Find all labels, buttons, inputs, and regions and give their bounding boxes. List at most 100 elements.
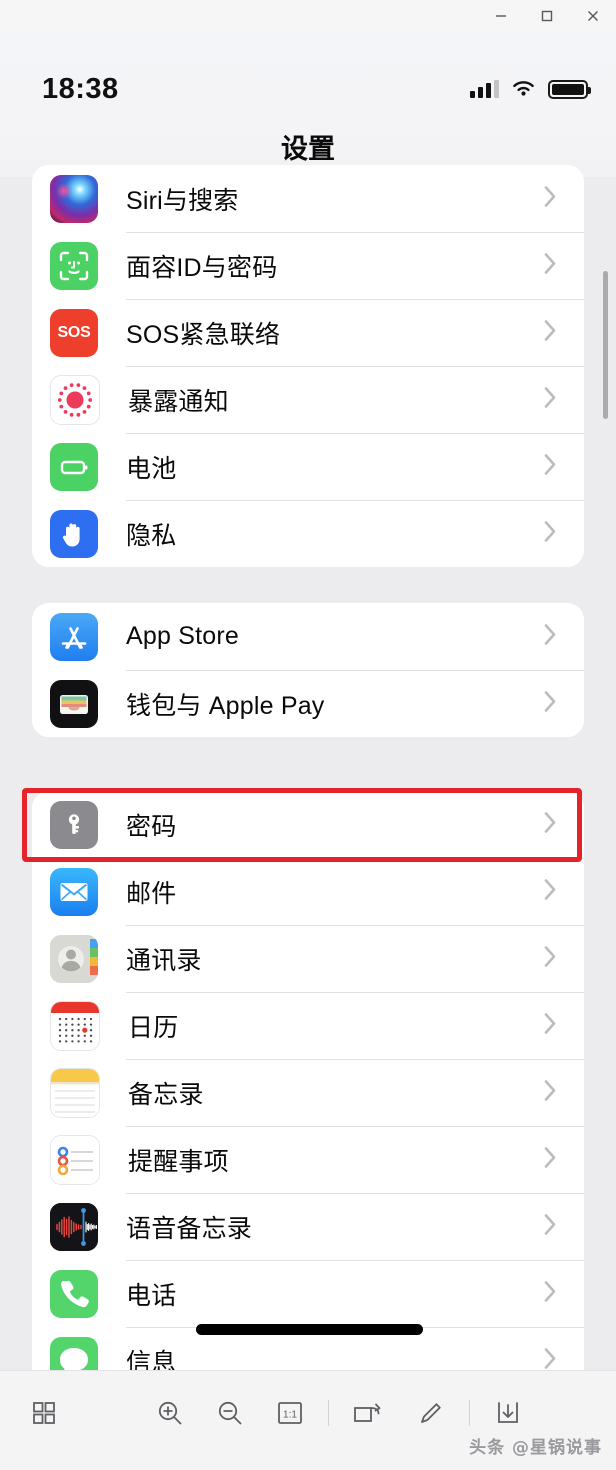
toolbar-button-row: 1:1 [0, 1389, 616, 1437]
row-divider [126, 1193, 584, 1194]
row-divider [126, 366, 584, 367]
toolbar-divider-2 [469, 1400, 470, 1426]
phone-icon [50, 1269, 98, 1318]
settings-row[interactable]: 邮件 [32, 858, 584, 925]
row-divider [126, 992, 584, 993]
face-id-icon [50, 241, 98, 290]
chevron-right-icon [542, 383, 558, 416]
settings-row-label: 备忘录 [128, 1080, 204, 1109]
notes-icon [50, 1067, 100, 1118]
settings-row-label: Siri与搜索 [126, 186, 239, 215]
zoom-in-icon[interactable] [146, 1391, 194, 1435]
row-divider [126, 670, 584, 671]
settings-row-label: App Store [126, 622, 239, 650]
siri-icon [50, 174, 98, 223]
chevron-right-icon [542, 316, 558, 349]
settings-group-apps: 密码邮件通讯录日历备忘录提醒事项语音备忘录电话信息 [32, 791, 584, 1371]
settings-row[interactable]: 备忘录 [32, 1059, 584, 1126]
toolbar-divider-1 [328, 1400, 329, 1426]
status-clock: 18:38 [42, 73, 119, 105]
settings-row[interactable]: 日历 [32, 992, 584, 1059]
settings-row-label: 邮件 [126, 879, 177, 908]
messages-icon [50, 1336, 98, 1371]
chevron-right-icon [542, 1143, 558, 1176]
chevron-right-icon [542, 249, 558, 282]
vertical-scrollbar[interactable] [603, 271, 608, 419]
settings-row[interactable]: 隐私 [32, 500, 584, 567]
viewer-toolbar: 1:1 头条 @星锅说事 [0, 1370, 616, 1470]
page-title: 设置 [281, 134, 335, 164]
wallet-icon [50, 679, 98, 728]
settings-row-label: 信息 [126, 1348, 177, 1372]
settings-row[interactable]: SOS SOS紧急联络 [32, 299, 584, 366]
chevron-right-icon [542, 1076, 558, 1109]
settings-row[interactable]: App Store [32, 603, 584, 670]
chevron-right-icon [542, 1009, 558, 1042]
chevron-right-icon [542, 182, 558, 215]
chevron-right-icon [542, 687, 558, 720]
battery-settings-icon [50, 442, 98, 491]
sos-icon: SOS [50, 308, 98, 357]
reminders-icon [50, 1134, 100, 1185]
battery-icon [548, 79, 591, 99]
row-divider [126, 500, 584, 501]
row-divider [126, 1260, 584, 1261]
chevron-right-icon [542, 1277, 558, 1310]
mail-icon [50, 867, 98, 916]
exposure-notification-icon [50, 374, 100, 425]
chevron-right-icon [542, 942, 558, 975]
row-divider [126, 1059, 584, 1060]
chevron-right-icon [542, 620, 558, 653]
chevron-right-icon [542, 517, 558, 550]
settings-row[interactable]: 电话 [32, 1260, 584, 1327]
screenshot-viewer-window: 18:38 设置 Siri与搜索面容ID与密码 SOS SOS紧急联络 暴露通知电池隐… [0, 0, 616, 1470]
settings-row-label: 语音备忘录 [126, 1214, 253, 1243]
passwords-key-icon [50, 800, 98, 849]
row-divider [126, 858, 584, 859]
save-download-icon[interactable] [484, 1391, 532, 1435]
calendar-icon [50, 1000, 100, 1051]
watermark-text: 头条 @星锅说事 [469, 1438, 602, 1458]
rotate-icon[interactable] [343, 1391, 391, 1435]
voice-memos-icon [50, 1202, 98, 1251]
settings-row[interactable]: 暴露通知 [32, 366, 584, 433]
cellular-signal-icon [470, 80, 499, 98]
minimize-button[interactable] [478, 1, 524, 31]
settings-row-label: 密码 [126, 812, 177, 841]
settings-row[interactable]: 通讯录 [32, 925, 584, 992]
status-icon-group [470, 79, 591, 99]
privacy-hand-icon [50, 509, 98, 558]
close-button[interactable] [570, 1, 616, 31]
settings-row-label: 电话 [126, 1281, 177, 1310]
settings-group-store: App Store 钱包与 Apple Pay [32, 603, 584, 737]
zoom-out-icon[interactable] [206, 1391, 254, 1435]
chevron-right-icon [542, 1210, 558, 1243]
ios-status-bar: 18:38 [0, 53, 616, 105]
settings-row-label: SOS紧急联络 [126, 320, 281, 349]
chevron-right-icon [542, 875, 558, 908]
thumbnails-grid-icon[interactable] [20, 1391, 68, 1435]
settings-row[interactable]: 面容ID与密码 [32, 232, 584, 299]
settings-row-label: 提醒事项 [128, 1147, 229, 1176]
row-divider [126, 925, 584, 926]
settings-row[interactable]: 提醒事项 [32, 1126, 584, 1193]
edit-pencil-icon[interactable] [407, 1391, 455, 1435]
settings-row[interactable]: 语音备忘录 [32, 1193, 584, 1260]
settings-row[interactable]: 钱包与 Apple Pay [32, 670, 584, 737]
row-divider [126, 299, 584, 300]
settings-row[interactable]: 电池 [32, 433, 584, 500]
svg-text:1:1: 1:1 [283, 1410, 297, 1421]
settings-row[interactable]: Siri与搜索 [32, 165, 584, 232]
settings-row-label: 日历 [128, 1013, 179, 1042]
row-divider [126, 433, 584, 434]
redaction-bar [196, 1324, 423, 1335]
settings-row-label: 电池 [126, 454, 177, 483]
settings-row-label: 面容ID与密码 [126, 253, 278, 282]
app-store-icon [50, 612, 98, 661]
maximize-button[interactable] [524, 1, 570, 31]
row-divider [126, 232, 584, 233]
settings-row-label: 通讯录 [126, 946, 202, 975]
actual-size-icon[interactable]: 1:1 [266, 1391, 314, 1435]
settings-row[interactable]: 密码 [32, 791, 584, 858]
settings-row-label: 暴露通知 [128, 387, 229, 416]
